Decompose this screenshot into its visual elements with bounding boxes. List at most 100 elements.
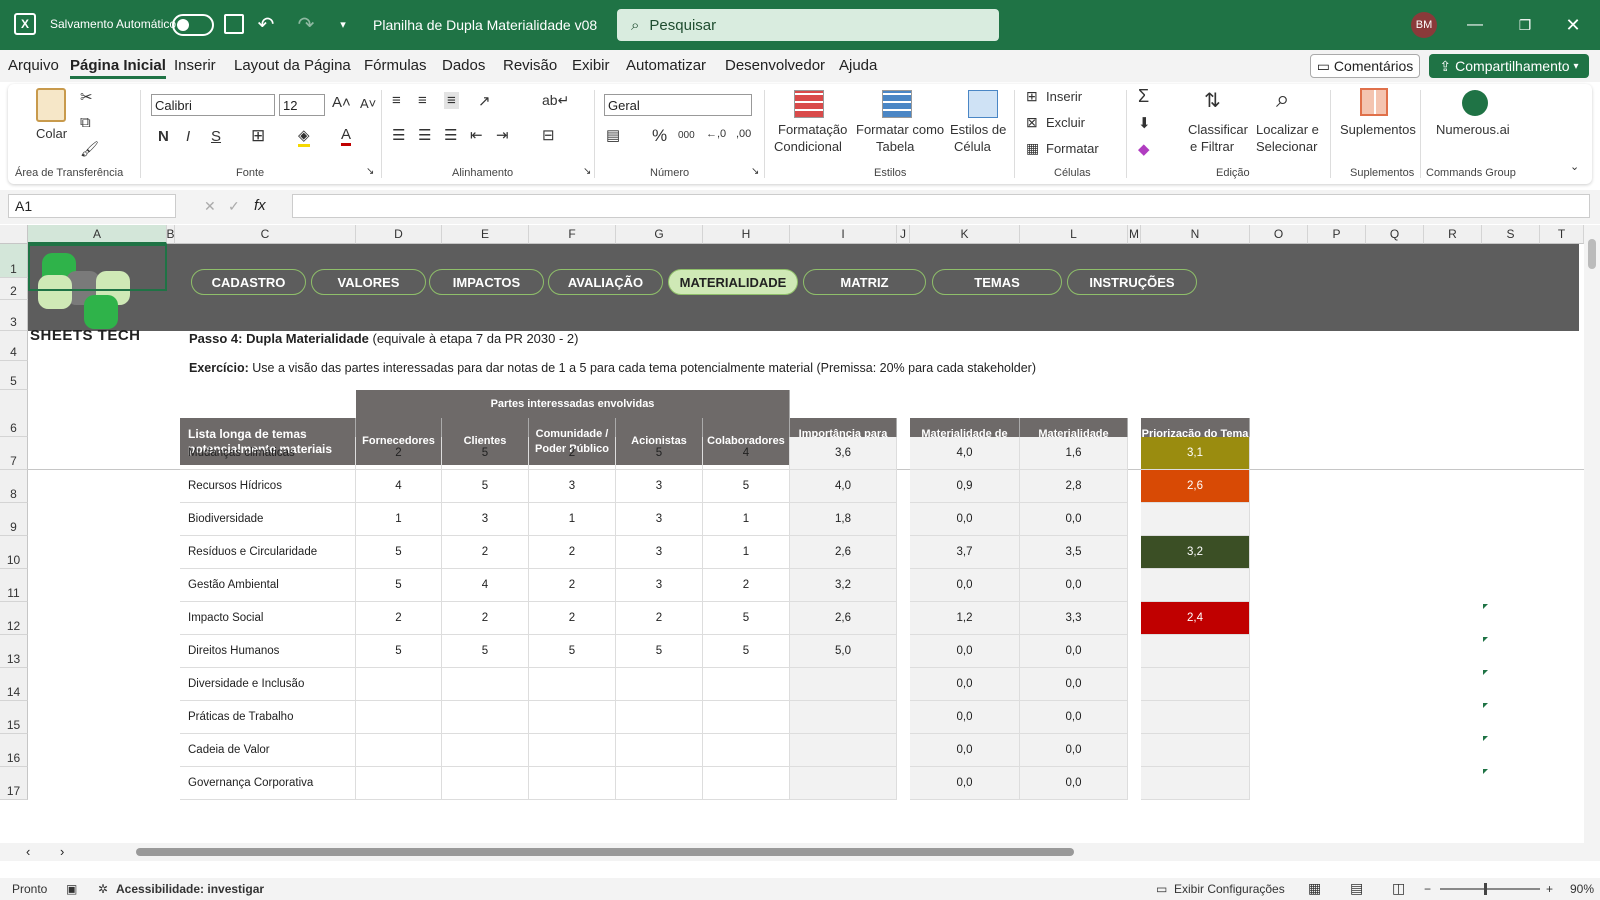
impact-cell[interactable]: 0,0	[910, 767, 1020, 800]
topic-cell[interactable]: Diversidade e Inclusão	[180, 668, 356, 701]
align-left-icon[interactable]: ☰	[392, 126, 405, 144]
topic-cell[interactable]: Direitos Humanos	[180, 635, 356, 668]
align-middle-icon[interactable]: ≡	[418, 92, 427, 109]
score-cell[interactable]: 2	[703, 569, 790, 602]
number-format-select[interactable]: Geral	[604, 94, 752, 116]
column-header-b[interactable]: B	[167, 225, 175, 244]
score-cell[interactable]: 5	[356, 635, 442, 668]
priority-cell[interactable]	[1141, 503, 1250, 536]
cut-icon[interactable]: ✂	[80, 88, 93, 106]
restore-icon[interactable]: ❐	[1510, 12, 1540, 38]
score-cell[interactable]	[442, 701, 529, 734]
score-cell[interactable]: 3	[616, 470, 703, 503]
score-cell[interactable]	[703, 734, 790, 767]
row-header-14[interactable]: 14	[0, 668, 28, 701]
normal-view-icon[interactable]: ▦	[1308, 880, 1321, 897]
borders-icon[interactable]: ⊞	[251, 126, 265, 146]
column-header-o[interactable]: O	[1250, 225, 1308, 244]
percent-icon[interactable]: %	[652, 126, 667, 146]
delete-cells-label[interactable]: Excluir	[1046, 115, 1085, 130]
priority-cell[interactable]	[1141, 767, 1250, 800]
column-header-n[interactable]: N	[1141, 225, 1250, 244]
column-header-j[interactable]: J	[897, 225, 910, 244]
score-cell[interactable]: 5	[442, 470, 529, 503]
row-header-7[interactable]: 7	[0, 437, 28, 470]
score-cell[interactable]	[616, 701, 703, 734]
paste-label[interactable]: Colar	[36, 126, 67, 141]
column-header-d[interactable]: D	[356, 225, 442, 244]
addins-label[interactable]: Suplementos	[1340, 122, 1416, 137]
zoom-out-icon[interactable]: −	[1424, 882, 1431, 896]
italic-button[interactable]: I	[186, 128, 190, 145]
bold-button[interactable]: N	[158, 128, 169, 145]
tab-dados[interactable]: Dados	[442, 57, 485, 74]
search-box[interactable]: ⌕ Pesquisar	[617, 9, 999, 41]
topic-cell[interactable]: Biodiversidade	[180, 503, 356, 536]
indent-decrease-icon[interactable]: ⇤	[470, 126, 483, 144]
score-cell[interactable]: 3	[616, 536, 703, 569]
score-cell[interactable]: 1	[356, 503, 442, 536]
collapse-ribbon-icon[interactable]: ⌄	[1570, 160, 1579, 173]
score-cell[interactable]	[703, 767, 790, 800]
row-header-13[interactable]: 13	[0, 635, 28, 668]
addins-icon[interactable]	[1360, 88, 1388, 116]
numerous-icon[interactable]	[1462, 90, 1488, 116]
financial-cell[interactable]: 2,8	[1020, 470, 1128, 503]
row-header-3[interactable]: 3	[0, 300, 28, 331]
topic-cell[interactable]: Gestão Ambiental	[180, 569, 356, 602]
financial-cell[interactable]: 1,6	[1020, 437, 1128, 470]
financial-cell[interactable]: 0,0	[1020, 635, 1128, 668]
format-cells-label[interactable]: Formatar	[1046, 141, 1099, 156]
fill-icon[interactable]: ⬇	[1138, 114, 1151, 132]
zoom-in-icon[interactable]: +	[1546, 882, 1553, 896]
financial-cell[interactable]: 0,0	[1020, 701, 1128, 734]
nav-avaliacao[interactable]: AVALIAÇÃO	[548, 269, 663, 295]
score-cell[interactable]: 2	[529, 602, 616, 635]
score-cell[interactable]: 3	[529, 470, 616, 503]
row-header-10[interactable]: 10	[0, 536, 28, 569]
tab-automatizar[interactable]: Automatizar	[626, 57, 706, 74]
score-cell[interactable]: 5	[616, 635, 703, 668]
numerous-label[interactable]: Numerous.ai	[1436, 122, 1510, 137]
score-cell[interactable]: 2	[356, 602, 442, 635]
format-table-label2[interactable]: Tabela	[876, 139, 914, 154]
score-cell[interactable]	[616, 668, 703, 701]
display-settings[interactable]: Exibir Configurações	[1174, 882, 1285, 896]
column-header-a[interactable]: A	[28, 225, 167, 244]
tab-formulas[interactable]: Fórmulas	[364, 57, 427, 74]
thousands-icon[interactable]: 000	[678, 130, 695, 141]
importance-cell[interactable]: 3,2	[790, 569, 897, 602]
score-cell[interactable]: 3	[616, 569, 703, 602]
financial-cell[interactable]: 0,0	[1020, 503, 1128, 536]
topic-cell[interactable]: Mudanças climáticas	[180, 437, 356, 470]
score-cell[interactable]	[442, 734, 529, 767]
align-right-icon[interactable]: ☰	[444, 126, 457, 144]
impact-cell[interactable]: 1,2	[910, 602, 1020, 635]
row-header-2[interactable]: 2	[0, 278, 28, 300]
score-cell[interactable]: 5	[442, 635, 529, 668]
autosave-toggle[interactable]	[172, 14, 214, 36]
row-header-8[interactable]: 8	[0, 470, 28, 503]
financial-cell[interactable]: 0,0	[1020, 767, 1128, 800]
score-cell[interactable]	[356, 701, 442, 734]
save-icon[interactable]	[224, 14, 244, 34]
score-cell[interactable]: 3	[442, 503, 529, 536]
nav-cadastro[interactable]: CADASTRO	[191, 269, 306, 295]
score-cell[interactable]	[442, 668, 529, 701]
priority-cell[interactable]	[1141, 635, 1250, 668]
column-header-k[interactable]: K	[910, 225, 1020, 244]
copy-icon[interactable]: ⧉	[80, 114, 91, 131]
impact-cell[interactable]: 0,0	[910, 635, 1020, 668]
score-cell[interactable]: 5	[616, 437, 703, 470]
format-table-label1[interactable]: Formatar como	[856, 122, 944, 137]
score-cell[interactable]: 2	[529, 437, 616, 470]
zoom-level[interactable]: 90%	[1570, 882, 1594, 896]
column-header-e[interactable]: E	[442, 225, 529, 244]
column-header-s[interactable]: S	[1482, 225, 1540, 244]
tab-exibir[interactable]: Exibir	[572, 57, 610, 74]
tab-layout[interactable]: Layout da Página	[234, 57, 351, 74]
paste-icon[interactable]	[36, 88, 66, 122]
decrease-decimal-icon[interactable]: ,00	[736, 128, 751, 140]
sort-filter-icon[interactable]: ⇅	[1204, 88, 1221, 113]
row-header-17[interactable]: 17	[0, 767, 28, 800]
